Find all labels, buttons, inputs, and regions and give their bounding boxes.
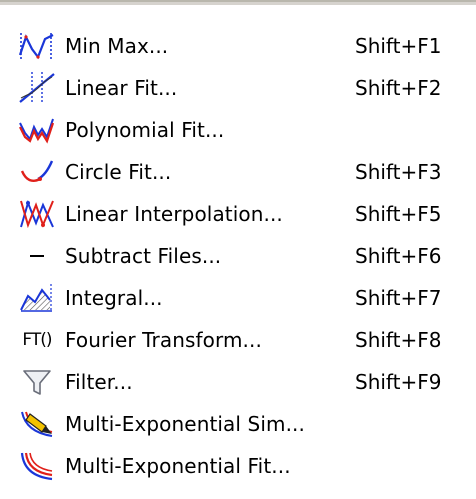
menu-item-shortcut: Shift+F7 xyxy=(355,286,442,310)
menu-item-shortcut: Shift+F3 xyxy=(355,160,442,184)
menu-item-label: Circle Fit... xyxy=(65,160,172,184)
context-menu: Min Max... Shift+F1 Linear Fit... Shift+… xyxy=(0,0,476,499)
menu-item-label: Linear Interpolation... xyxy=(65,202,283,226)
circle-fit-icon xyxy=(16,155,58,189)
menu-item-linear-interpolation[interactable]: Linear Interpolation... Shift+F5 xyxy=(0,194,476,234)
menu-item-shortcut: Shift+F9 xyxy=(355,370,442,394)
min-max-icon xyxy=(16,29,58,63)
menu-item-circle-fit[interactable]: Circle Fit... Shift+F3 xyxy=(0,152,476,192)
menu-item-label: Linear Fit... xyxy=(65,76,178,100)
menu-item-polynomial-fit[interactable]: Polynomial Fit... xyxy=(0,110,476,150)
menu-item-label: Filter... xyxy=(65,370,133,394)
menu-item-multi-exponential-fit[interactable]: Multi-Exponential Fit... xyxy=(0,446,476,486)
menu-item-filter[interactable]: Filter... Shift+F9 xyxy=(0,362,476,402)
filter-icon xyxy=(16,365,58,399)
linear-fit-icon xyxy=(16,71,58,105)
integral-icon xyxy=(16,281,58,315)
multi-exponential-sim-icon xyxy=(16,407,58,441)
menu-item-shortcut: Shift+F1 xyxy=(355,34,442,58)
menu-item-label: Integral... xyxy=(65,286,163,310)
menu-item-min-max[interactable]: Min Max... Shift+F1 xyxy=(0,26,476,66)
menu-item-subtract-files[interactable]: Subtract Files... Shift+F6 xyxy=(0,236,476,276)
multi-exponential-fit-icon xyxy=(16,449,58,483)
menu-item-label: Multi-Exponential Sim... xyxy=(65,412,305,436)
menu-top-border-shadow xyxy=(0,2,476,5)
polynomial-fit-icon xyxy=(16,113,58,147)
menu-item-label: Subtract Files... xyxy=(65,244,222,268)
menu-item-label: Multi-Exponential Fit... xyxy=(65,454,291,478)
menu-item-shortcut: Shift+F2 xyxy=(355,76,442,100)
linear-interpolation-icon xyxy=(16,197,58,231)
subtract-icon xyxy=(16,239,58,273)
menu-item-shortcut: Shift+F6 xyxy=(355,244,442,268)
menu-item-multi-exponential-sim[interactable]: Multi-Exponential Sim... xyxy=(0,404,476,444)
menu-item-label: Fourier Transform... xyxy=(65,328,262,352)
menu-item-integral[interactable]: Integral... Shift+F7 xyxy=(0,278,476,318)
menu-item-fourier-transform[interactable]: FT() Fourier Transform... Shift+F8 xyxy=(0,320,476,360)
menu-item-label: Min Max... xyxy=(65,34,169,58)
menu-item-linear-fit[interactable]: Linear Fit... Shift+F2 xyxy=(0,68,476,108)
fourier-transform-icon: FT() xyxy=(16,323,58,357)
menu-item-shortcut: Shift+F8 xyxy=(355,328,442,352)
fourier-transform-icon-text: FT() xyxy=(22,330,52,350)
menu-item-label: Polynomial Fit... xyxy=(65,118,225,142)
menu-item-shortcut: Shift+F5 xyxy=(355,202,442,226)
